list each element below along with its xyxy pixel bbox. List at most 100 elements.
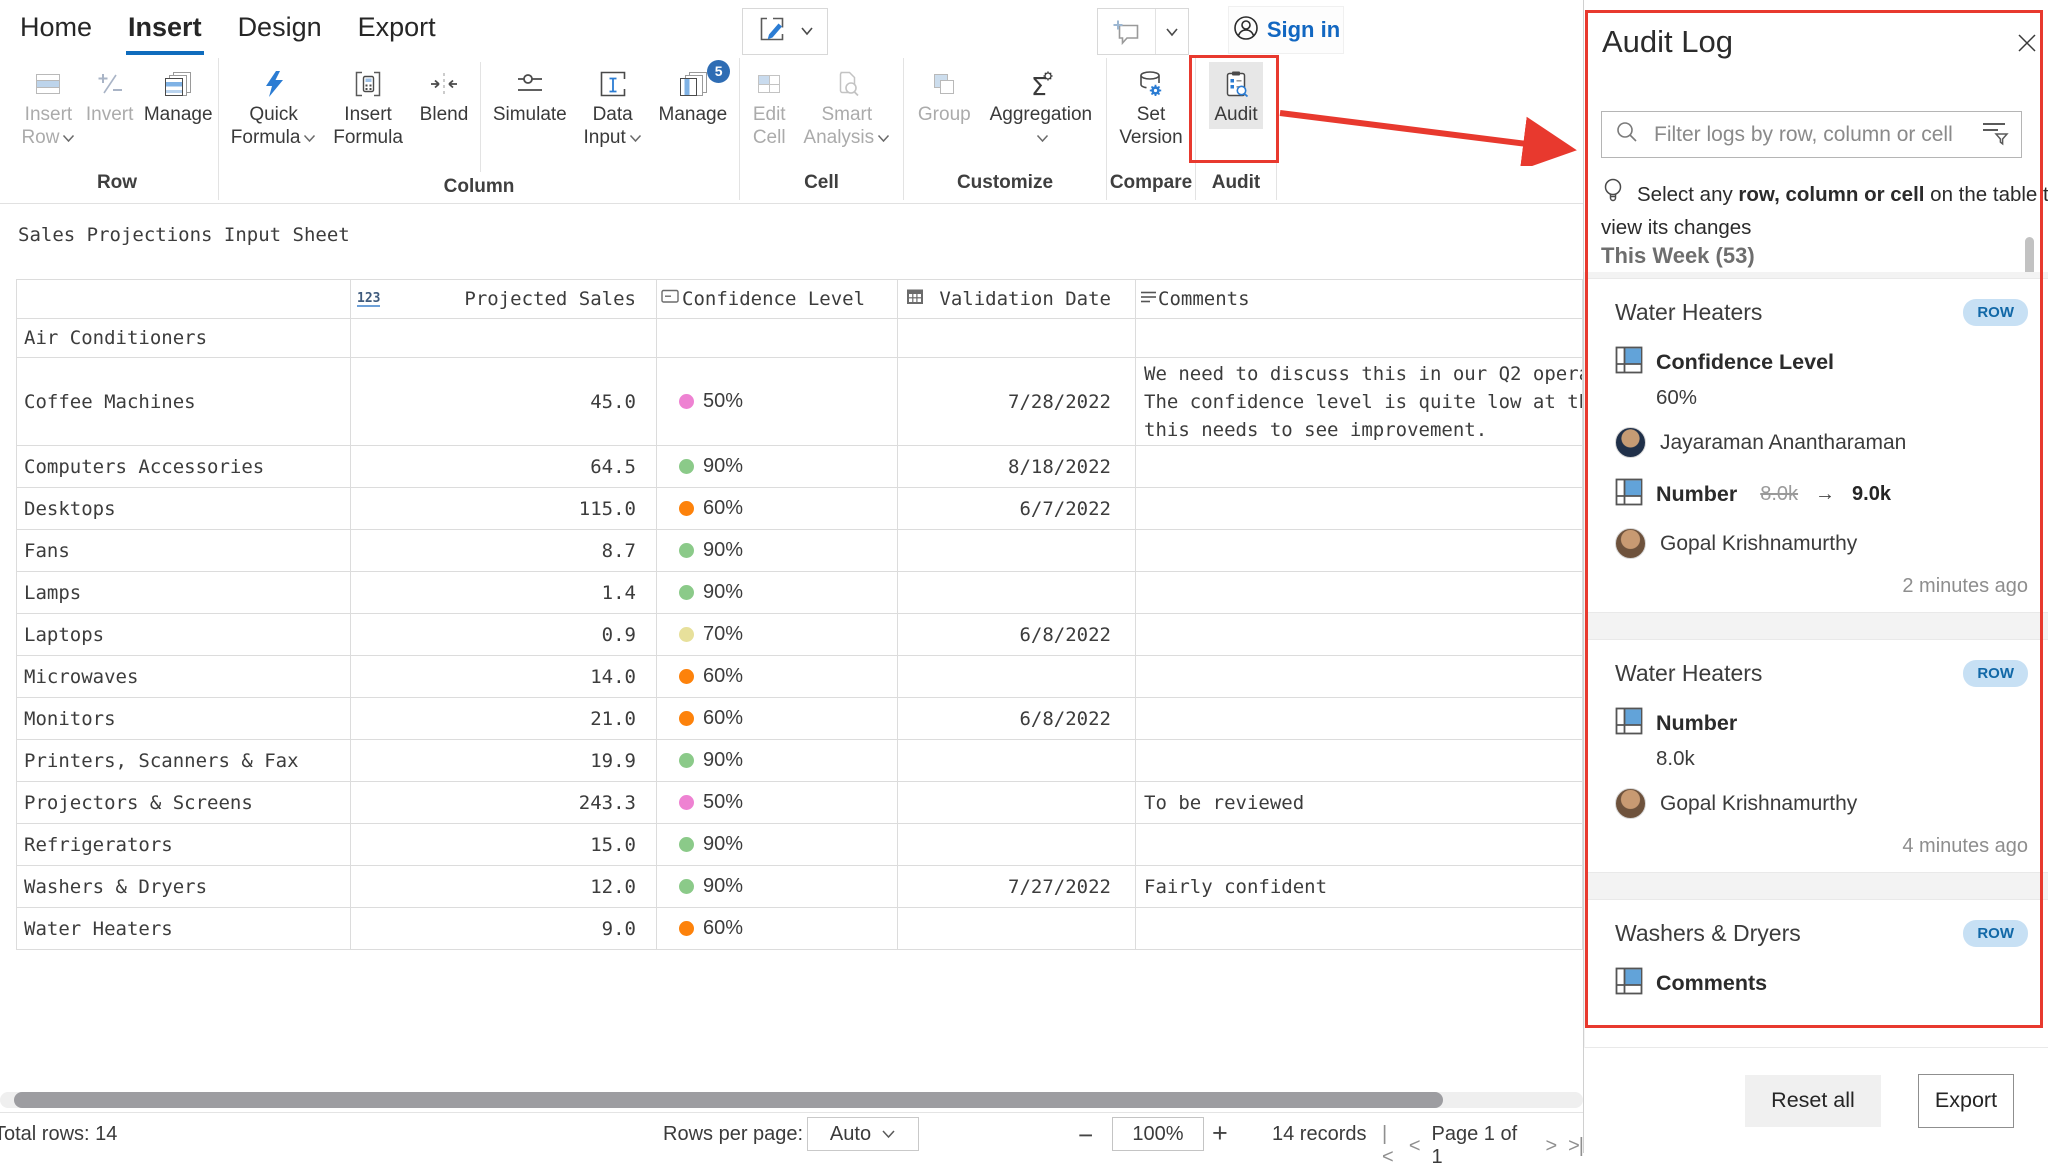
validation-date-cell[interactable] xyxy=(898,319,1136,358)
comments-cell[interactable] xyxy=(1136,740,1583,782)
confidence-level-cell[interactable]: 90% xyxy=(657,572,898,614)
projected-sales-cell[interactable]: 64.5 xyxy=(351,446,657,488)
comments-cell[interactable] xyxy=(1136,488,1583,530)
row-name-cell[interactable]: Monitors xyxy=(16,698,351,740)
confidence-level-cell[interactable]: 50% xyxy=(657,358,898,446)
validation-date-cell[interactable] xyxy=(898,824,1136,866)
validation-date-cell[interactable] xyxy=(898,782,1136,824)
manage-button[interactable]: Manage5 xyxy=(654,62,733,129)
rows-per-page-select[interactable]: Auto xyxy=(807,1117,919,1151)
comments-cell[interactable] xyxy=(1136,572,1583,614)
confidence-level-cell[interactable]: 50% xyxy=(657,782,898,824)
zoom-in-button[interactable]: + xyxy=(1212,1118,1228,1149)
validation-date-cell[interactable] xyxy=(898,908,1136,950)
confidence-level-cell[interactable]: 90% xyxy=(657,530,898,572)
horizontal-scrollbar[interactable] xyxy=(0,1092,1583,1108)
confidence-level-cell[interactable]: 60% xyxy=(657,488,898,530)
comments-cell[interactable]: To be reviewed xyxy=(1136,782,1583,824)
next-page-button[interactable]: > xyxy=(1545,1135,1556,1158)
comments-cell[interactable] xyxy=(1136,656,1583,698)
manage-button[interactable]: Manage xyxy=(139,62,218,129)
tab-insert[interactable]: Insert xyxy=(126,8,204,55)
filter-logs-search[interactable] xyxy=(1601,111,2022,158)
tab-design[interactable]: Design xyxy=(236,8,324,55)
last-page-button[interactable]: >| xyxy=(1568,1135,1583,1158)
validation-date-cell[interactable]: 7/28/2022 xyxy=(898,358,1136,446)
row-name-cell[interactable]: Projectors & Screens xyxy=(16,782,351,824)
projected-sales-cell[interactable]: 0.9 xyxy=(351,614,657,656)
comments-cell[interactable]: Fairly confident xyxy=(1136,866,1583,908)
row-name-cell[interactable]: Water Heaters xyxy=(16,908,351,950)
projected-sales-cell[interactable]: 19.9 xyxy=(351,740,657,782)
projected-sales-cell[interactable]: 9.0 xyxy=(351,908,657,950)
comments-cell[interactable] xyxy=(1136,614,1583,656)
validation-date-cell[interactable] xyxy=(898,740,1136,782)
add-comment-button[interactable] xyxy=(1097,8,1189,55)
comments-cell[interactable]: We need to discuss this in our Q2 operat… xyxy=(1136,358,1583,446)
filter-icon[interactable] xyxy=(1979,118,2009,151)
row-name-cell[interactable]: Computers Accessories xyxy=(16,446,351,488)
projected-sales-cell[interactable]: 15.0 xyxy=(351,824,657,866)
confidence-level-cell[interactable]: 90% xyxy=(657,866,898,908)
audit-log-card[interactable]: Washers & DryersROWComments xyxy=(1585,899,2048,1048)
close-icon[interactable] xyxy=(2014,30,2040,61)
sign-in-button[interactable]: Sign in xyxy=(1228,6,1344,54)
search-input[interactable] xyxy=(1652,122,1967,148)
validation-date-cell[interactable]: 6/8/2022 xyxy=(898,698,1136,740)
audit-log-card[interactable]: Water HeatersROWConfidence Level60%Jayar… xyxy=(1585,278,2048,613)
column-header-validation-date[interactable]: Validation Date xyxy=(898,280,1136,319)
zoom-out-button[interactable]: − xyxy=(1078,1120,1093,1151)
blend-button[interactable]: Blend xyxy=(415,62,474,129)
chevron-down-icon[interactable] xyxy=(1156,9,1188,54)
row-name-cell[interactable]: Lamps xyxy=(16,572,351,614)
zoom-level-field[interactable]: 100% xyxy=(1112,1117,1204,1151)
projected-sales-cell[interactable] xyxy=(351,319,657,358)
column-header-confidence-level[interactable]: Confidence Level xyxy=(657,280,898,319)
row-name-cell[interactable]: Desktops xyxy=(16,488,351,530)
projected-sales-cell[interactable]: 8.7 xyxy=(351,530,657,572)
audit-log-card[interactable]: Water HeatersROWNumber8.0kGopal Krishnam… xyxy=(1585,639,2048,873)
reset-all-button[interactable]: Reset all xyxy=(1745,1075,1881,1127)
confidence-level-cell[interactable]: 60% xyxy=(657,656,898,698)
confidence-level-cell[interactable] xyxy=(657,319,898,358)
validation-date-cell[interactable] xyxy=(898,656,1136,698)
export-button[interactable]: Export xyxy=(1918,1074,2014,1128)
confidence-level-cell[interactable]: 60% xyxy=(657,908,898,950)
validation-date-cell[interactable] xyxy=(898,530,1136,572)
row-name-cell[interactable]: Microwaves xyxy=(16,656,351,698)
confidence-level-cell[interactable]: 90% xyxy=(657,824,898,866)
comments-cell[interactable] xyxy=(1136,908,1583,950)
tab-home[interactable]: Home xyxy=(18,8,94,55)
aggregation-button[interactable]: ΣAggregation xyxy=(985,62,1097,152)
comments-cell[interactable] xyxy=(1136,319,1583,358)
column-header-comments[interactable]: Comments xyxy=(1136,280,1583,319)
projected-sales-cell[interactable]: 21.0 xyxy=(351,698,657,740)
projected-sales-cell[interactable]: 12.0 xyxy=(351,866,657,908)
column-header-row-name[interactable] xyxy=(16,280,351,319)
comments-cell[interactable] xyxy=(1136,824,1583,866)
prev-page-button[interactable]: < xyxy=(1409,1135,1420,1158)
row-name-cell[interactable]: Coffee Machines xyxy=(16,358,351,446)
edit-sheet-button[interactable] xyxy=(742,8,828,55)
audit-button[interactable]: Audit xyxy=(1209,62,1262,129)
insert-formula-button[interactable]: InsertFormula xyxy=(328,62,408,152)
comments-cell[interactable] xyxy=(1136,698,1583,740)
confidence-level-cell[interactable]: 60% xyxy=(657,698,898,740)
data-input-button[interactable]: DataInput xyxy=(579,62,647,152)
horizontal-scrollbar-thumb[interactable] xyxy=(14,1092,1443,1108)
validation-date-cell[interactable] xyxy=(898,572,1136,614)
row-name-cell[interactable]: Washers & Dryers xyxy=(16,866,351,908)
confidence-level-cell[interactable]: 90% xyxy=(657,446,898,488)
set-version-button[interactable]: SetVersion xyxy=(1114,62,1187,152)
comments-cell[interactable] xyxy=(1136,530,1583,572)
first-page-button[interactable]: |< xyxy=(1382,1123,1397,1169)
row-name-cell[interactable]: Air Conditioners xyxy=(16,319,351,358)
projected-sales-cell[interactable]: 1.4 xyxy=(351,572,657,614)
projected-sales-cell[interactable]: 45.0 xyxy=(351,358,657,446)
validation-date-cell[interactable]: 7/27/2022 xyxy=(898,866,1136,908)
simulate-button[interactable]: Simulate xyxy=(488,62,572,129)
column-header-projected-sales[interactable]: 123Projected Sales xyxy=(351,280,657,319)
row-name-cell[interactable]: Laptops xyxy=(16,614,351,656)
validation-date-cell[interactable]: 6/7/2022 xyxy=(898,488,1136,530)
validation-date-cell[interactable]: 6/8/2022 xyxy=(898,614,1136,656)
